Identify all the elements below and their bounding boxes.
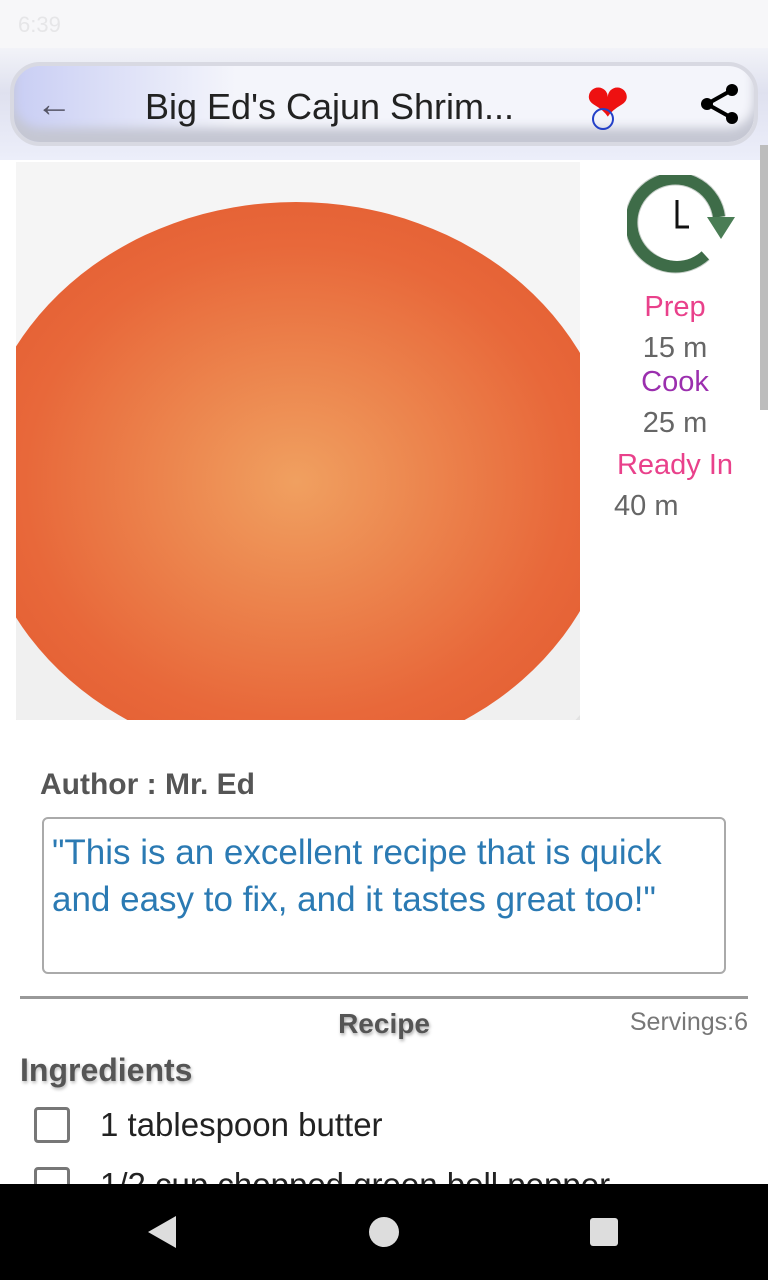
cook-value: 25 m: [642, 407, 708, 439]
nav-recents-icon[interactable]: [590, 1218, 618, 1246]
app-bar: ← Big Ed's Cajun Shrim... ❤: [0, 48, 768, 160]
share-icon[interactable]: [698, 82, 742, 126]
prep-label: Prep: [644, 291, 706, 323]
ready-label: Ready In: [616, 449, 734, 481]
system-nav-bar: [0, 1184, 768, 1280]
recipe-photo: [16, 162, 580, 720]
cook-label: Cook: [641, 366, 709, 398]
ingredients-heading: Ingredients: [20, 1052, 193, 1088]
nav-buttons: [148, 1216, 618, 1248]
author-label: Author : Mr. Ed: [40, 768, 255, 801]
ingredient-item[interactable]: 1 tablespoon butter: [34, 1106, 383, 1144]
nav-home-icon[interactable]: [369, 1217, 399, 1247]
clock-icon: [624, 171, 735, 274]
scrollbar[interactable]: [760, 145, 768, 410]
description-box: "This is an excellent recipe that is qui…: [42, 817, 726, 974]
prep-value: 15 m: [642, 332, 708, 364]
ingredient-text: 1 tablespoon butter: [100, 1106, 383, 1143]
nav-back-icon[interactable]: [148, 1216, 176, 1248]
checkbox[interactable]: [34, 1107, 70, 1143]
page-title: Big Ed's Cajun Shrim...: [145, 86, 515, 127]
ready-value: 40 m: [614, 490, 679, 522]
servings-label: Servings:6: [629, 1008, 748, 1036]
status-time: 6:39: [18, 12, 61, 37]
favorite-badge-icon: [592, 108, 614, 130]
time-panel: Prep 15 m Cook 25 m Ready In 40 m: [600, 171, 750, 524]
back-arrow-icon[interactable]: ←: [36, 84, 72, 124]
divider: [20, 996, 748, 999]
status-bar: 6:39: [0, 0, 768, 48]
